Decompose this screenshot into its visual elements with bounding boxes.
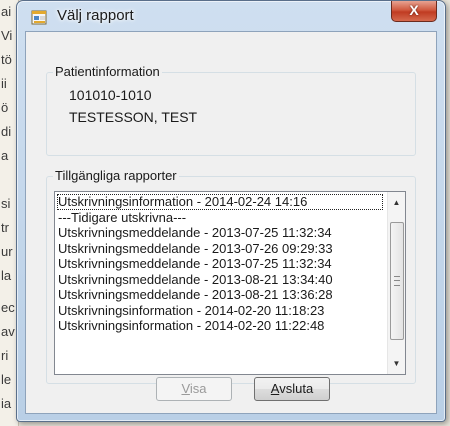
exit-button-mnemonic: A — [270, 381, 280, 396]
background-text: ii — [1, 76, 7, 91]
background-text: ai — [1, 4, 12, 19]
dialog-window: Välj rapport X Patientinformation 101010… — [16, 0, 446, 422]
show-button-mnemonic: V — [181, 381, 190, 396]
available-reports-legend: Tillgängliga rapporter — [53, 168, 179, 183]
patient-info-legend: Patientinformation — [53, 64, 162, 79]
background-text: av — [1, 324, 15, 339]
list-item[interactable]: Utskrivningsmeddelande - 2013-08-21 13:3… — [57, 272, 383, 288]
patient-id: 101010-1010 — [69, 87, 152, 103]
list-item[interactable]: ---Tidigare utskrivna--- — [57, 210, 383, 226]
show-button[interactable]: Visa — [156, 377, 232, 401]
background-text: si — [1, 196, 11, 211]
background-text: ia — [1, 396, 12, 411]
report-listbox[interactable]: Utskrivningsinformation - 2014-02-24 14:… — [54, 191, 406, 375]
background-text: di — [1, 124, 12, 139]
background-text: ö — [1, 100, 9, 115]
list-item[interactable]: Utskrivningsmeddelande - 2013-08-21 13:3… — [57, 287, 383, 303]
background-text: ur — [1, 244, 13, 259]
close-button[interactable]: X — [391, 1, 437, 22]
background-text: la — [1, 268, 12, 283]
list-item[interactable]: Utskrivningsmeddelande - 2013-07-25 11:3… — [57, 225, 383, 241]
app-icon — [31, 9, 49, 27]
background-text: ri — [1, 348, 9, 363]
background-text: le — [1, 372, 12, 387]
background-text: a — [1, 148, 9, 163]
background-text: tr — [1, 220, 9, 235]
background-text: ec — [1, 300, 15, 315]
title-bar[interactable]: Välj rapport X — [17, 1, 445, 31]
list-item[interactable]: Utskrivningsmeddelande - 2013-07-25 11:3… — [57, 256, 383, 272]
background-text: Vi — [1, 28, 13, 43]
exit-button[interactable]: Avsluta — [254, 377, 330, 401]
available-reports-group: Tillgängliga rapporter Utskrivningsinfor… — [46, 168, 416, 384]
show-button-label: isa — [189, 381, 207, 396]
vertical-scrollbar[interactable]: ▲ ▼ — [387, 192, 405, 374]
window-title: Välj rapport — [57, 7, 134, 24]
patient-name: TESTESSON, TEST — [69, 109, 198, 125]
grip-icon — [394, 276, 400, 286]
background-text: tö — [1, 52, 12, 67]
exit-button-label: vsluta — [279, 381, 314, 396]
close-icon: X — [409, 2, 419, 18]
list-item[interactable]: Utskrivningsinformation - 2014-02-20 11:… — [57, 318, 383, 334]
list-item[interactable]: Utskrivningsmeddelande - 2013-07-26 09:2… — [57, 241, 383, 257]
patient-info-group: Patientinformation 101010-1010 TESTESSON… — [46, 64, 416, 156]
list-item[interactable]: Utskrivningsinformation - 2014-02-24 14:… — [57, 194, 383, 210]
scroll-up-icon[interactable]: ▲ — [388, 194, 405, 211]
dialog-content: Patientinformation 101010-1010 TESTESSON… — [25, 31, 437, 414]
scroll-down-icon[interactable]: ▼ — [388, 355, 405, 372]
list-item[interactable]: Utskrivningsinformation - 2014-02-20 11:… — [57, 303, 383, 319]
scroll-thumb[interactable] — [390, 222, 404, 340]
